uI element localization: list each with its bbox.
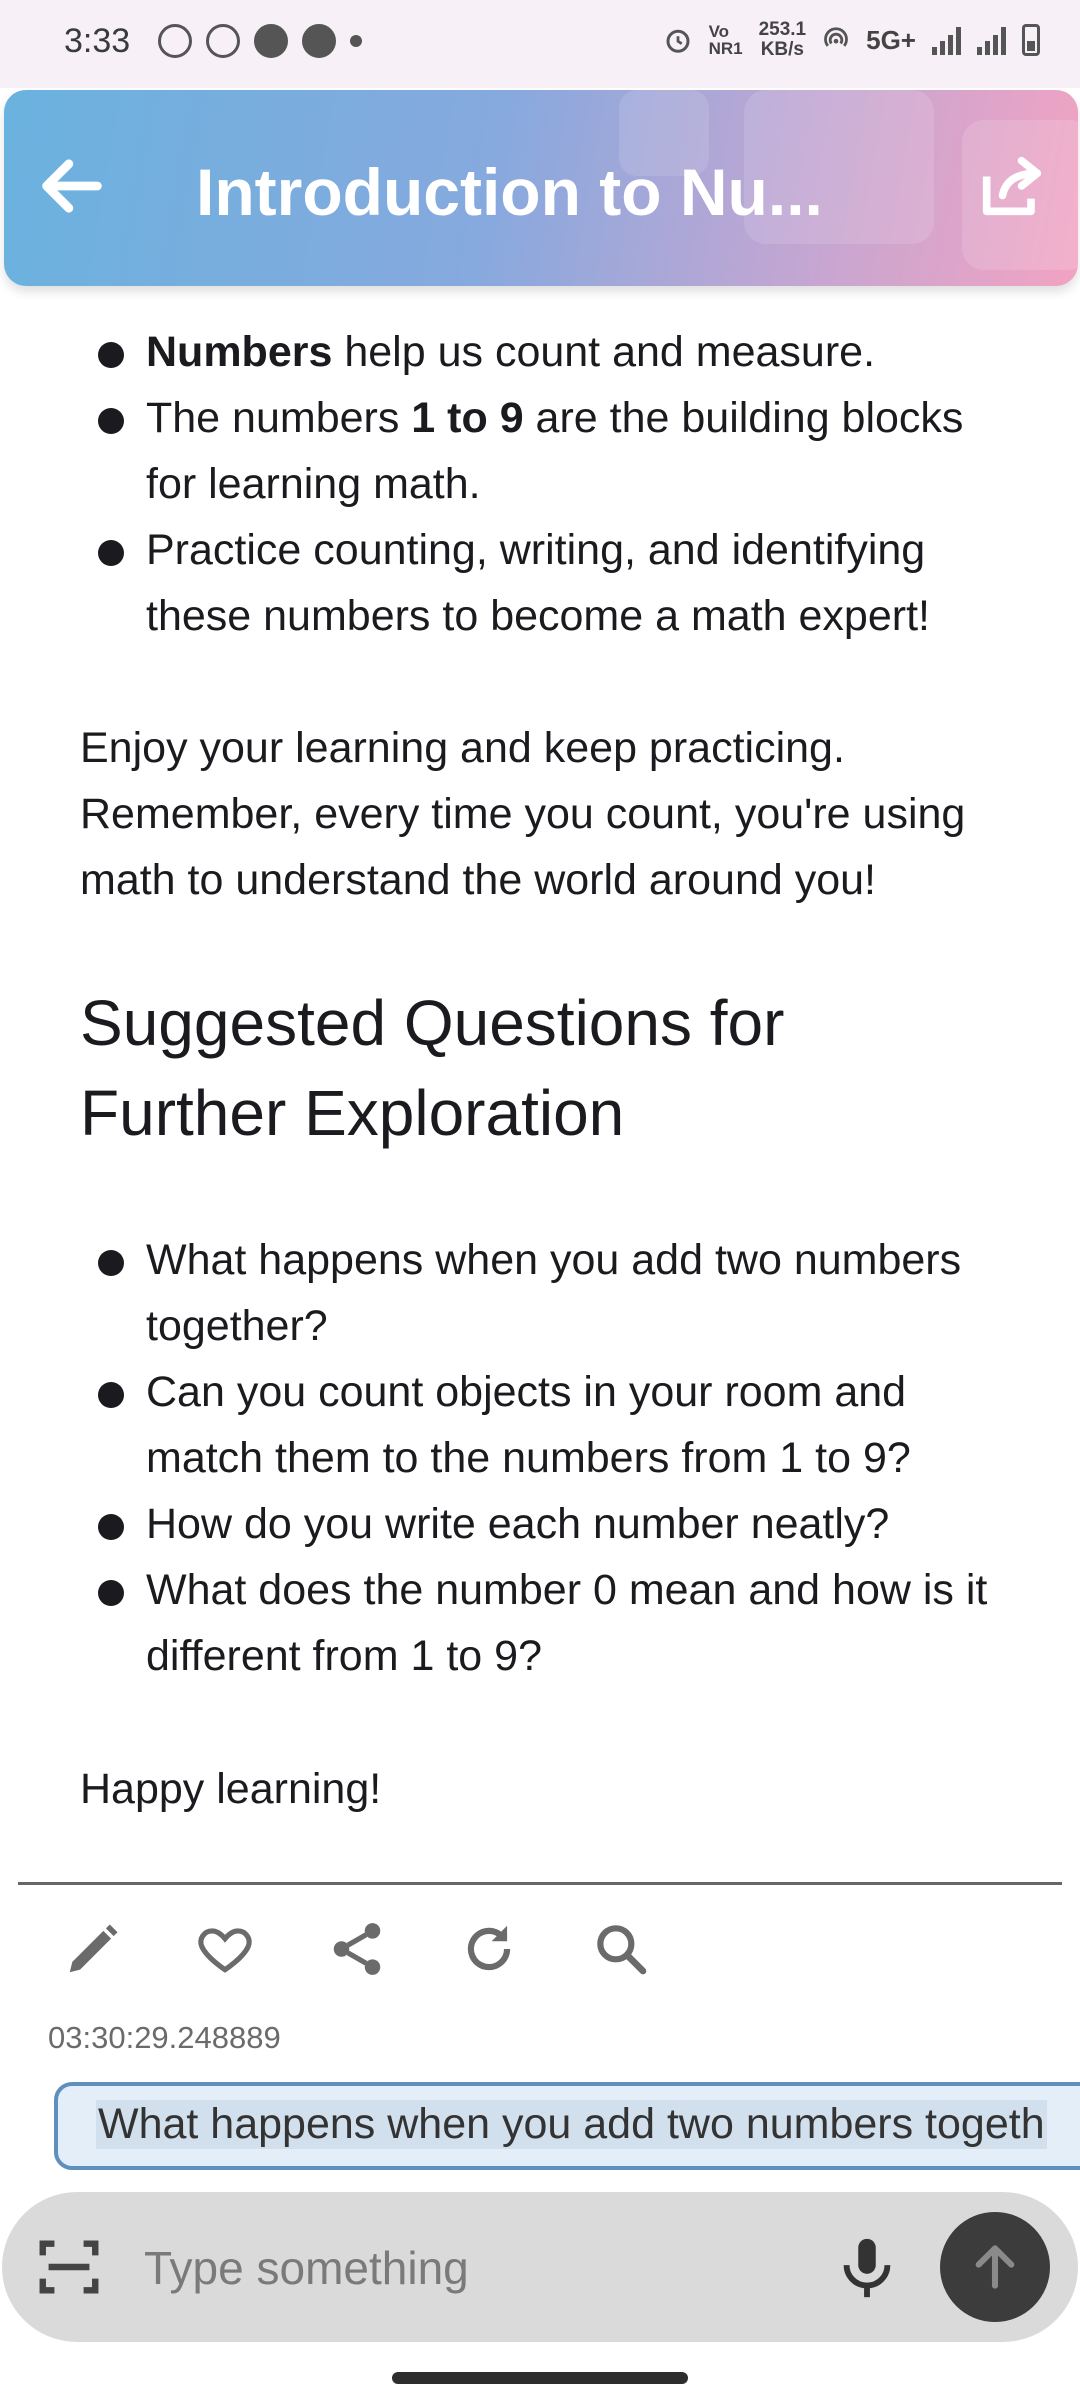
list-item: Numbers help us count and measure. <box>0 319 1080 385</box>
closing-text: Happy learning! <box>80 1765 382 1813</box>
pencil-icon[interactable] <box>62 1918 124 1980</box>
app-notification-icon <box>206 24 240 58</box>
list-item: Practice counting, writing, and identify… <box>0 517 1080 649</box>
app-notification-icon <box>254 24 288 58</box>
message-input[interactable] <box>142 2232 806 2304</box>
status-bar: 3:33 Vo NR1 253.1 KB/s 5G+ <box>0 0 1080 88</box>
app-screen: 3:33 Vo NR1 253.1 KB/s 5G+ Introduction to… <box>0 0 1080 2408</box>
back-button[interactable] <box>34 148 110 224</box>
mic-icon[interactable] <box>832 2228 902 2308</box>
page-title: Introduction to Nu... <box>196 155 823 229</box>
list-item: What does the number 0 mean and how is i… <box>0 1557 1080 1689</box>
list-item: What happens when you add two numbers to… <box>0 1227 1080 1359</box>
hotspot-icon <box>824 27 848 47</box>
message-actions <box>62 1918 652 1980</box>
search-icon[interactable] <box>590 1918 652 1980</box>
divider <box>18 1882 1062 1885</box>
network-type: 5G+ <box>866 24 916 55</box>
list-item: Can you count objects in your room and m… <box>0 1359 1080 1491</box>
share-external-icon <box>982 156 1042 216</box>
share-icon[interactable] <box>326 1918 388 1980</box>
home-indicator[interactable] <box>392 2372 688 2384</box>
heart-icon[interactable] <box>194 1918 256 1980</box>
signal-icon <box>977 25 1006 55</box>
share-button[interactable] <box>974 148 1050 224</box>
chip-label: What happens when you add two numbers to… <box>96 2100 1047 2149</box>
section-heading: Suggested Questions for Further Explorat… <box>80 987 785 1149</box>
signal-icon <box>932 25 961 55</box>
battery-icon <box>1022 24 1040 56</box>
refresh-icon[interactable] <box>458 1918 520 1980</box>
system-icons: Vo NR1 253.1 KB/s 5G+ <box>663 20 1040 60</box>
status-time: 3:33 <box>64 22 131 60</box>
message-composer <box>2 2192 1078 2342</box>
more-notifications-dot <box>350 35 362 47</box>
questions-list: What happens when you add two numbers to… <box>0 1227 1080 1689</box>
network-speed: 253.1 KB/s <box>758 19 807 60</box>
volte-icon: Vo NR1 <box>708 22 743 58</box>
list-item: How do you write each number neatly? <box>0 1491 1080 1557</box>
notification-icons <box>158 24 362 58</box>
arrow-left-icon <box>42 159 102 213</box>
app-bar: Introduction to Nu... <box>4 90 1078 286</box>
whatsapp-icon <box>158 24 192 58</box>
message-timestamp: 03:30:29.248889 <box>48 2020 281 2055</box>
suggested-question-chip[interactable]: What happens when you add two numbers to… <box>54 2082 1080 2170</box>
send-button[interactable] <box>940 2212 1050 2322</box>
alarm-icon <box>666 29 690 53</box>
list-item: The numbers 1 to 9 are the building bloc… <box>0 385 1080 517</box>
arrow-up-icon <box>975 2245 1015 2289</box>
summary-list: Numbers help us count and measure. The n… <box>0 319 1080 649</box>
app-notification-icon <box>302 24 336 58</box>
scan-icon[interactable] <box>34 2232 104 2302</box>
encouragement-paragraph: Enjoy your learning and keep practicing.… <box>80 724 966 904</box>
